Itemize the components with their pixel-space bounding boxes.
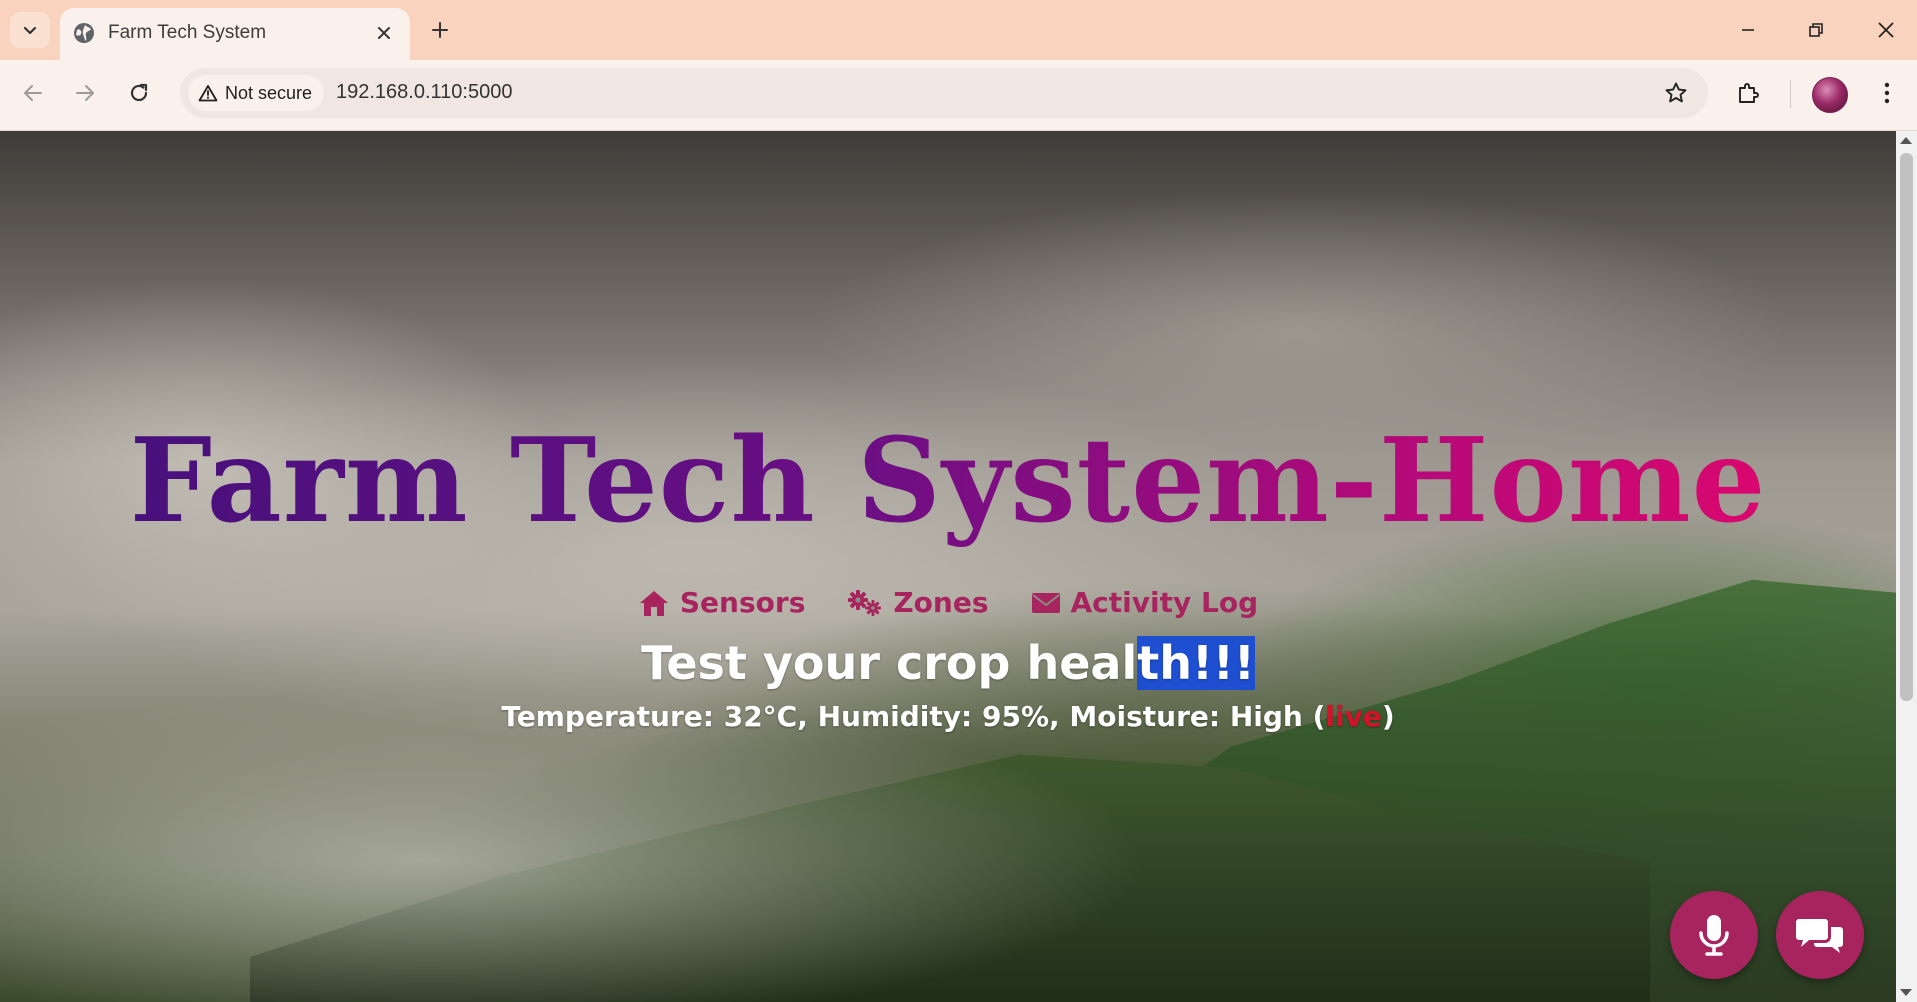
page-viewport: Farm Tech System-Home Sensors Zones Acti…: [0, 131, 1896, 1002]
tab-close-button[interactable]: [370, 19, 398, 47]
reload-button[interactable]: [118, 72, 160, 114]
scrollbar-thumb[interactable]: [1900, 153, 1913, 701]
chat-button[interactable]: [1776, 891, 1864, 979]
extensions-puzzle-icon: [1739, 83, 1759, 103]
nav-link-zones[interactable]: Zones: [847, 586, 989, 619]
browser-toolbar: Not secure 192.168.0.110:5000: [0, 60, 1917, 131]
sensor-readings: Temperature: 32°C, Humidity: 95%, Moistu…: [0, 700, 1896, 733]
star-icon: [1665, 82, 1687, 103]
kebab-menu-icon: [1884, 82, 1890, 104]
window-close-button[interactable]: [1858, 8, 1914, 52]
minimize-icon: [1742, 29, 1754, 31]
nav-link-label: Sensors: [679, 586, 806, 619]
security-label: Not secure: [225, 82, 313, 103]
back-arrow-icon: [24, 85, 42, 101]
microphone-icon: [1699, 915, 1729, 956]
warning-triangle-icon: [198, 85, 218, 102]
cogs-icon: [848, 589, 882, 616]
restore-button[interactable]: [1788, 8, 1844, 52]
minimize-button[interactable]: [1720, 8, 1776, 52]
profile-avatar[interactable]: [1812, 77, 1848, 113]
background-mist: [0, 691, 1150, 1002]
home-icon: [639, 590, 668, 616]
envelope-icon: [1031, 592, 1060, 613]
main-nav: Sensors Zones Activity Log: [0, 586, 1896, 619]
tagline: Test your crop health!!!: [0, 636, 1896, 690]
tab-strip: Farm Tech System: [0, 0, 1917, 60]
restore-icon: [1809, 23, 1823, 37]
close-icon: [1878, 22, 1894, 38]
toolbar-separator: [1790, 80, 1791, 108]
nav-link-sensors[interactable]: Sensors: [638, 586, 805, 619]
reload-icon: [130, 83, 148, 102]
nav-link-label: Activity Log: [1070, 586, 1259, 619]
forward-arrow-icon: [76, 85, 94, 101]
url-text[interactable]: 192.168.0.110:5000: [336, 81, 512, 104]
address-bar[interactable]: Not secure 192.168.0.110:5000: [180, 68, 1708, 118]
tab-farm-tech-system[interactable]: Farm Tech System: [60, 8, 410, 60]
scroll-down-arrow-icon[interactable]: [1900, 989, 1912, 996]
vertical-scrollbar[interactable]: [1896, 131, 1917, 1002]
forward-button[interactable]: [64, 72, 106, 114]
nav-link-label: Zones: [893, 586, 989, 619]
browser-menu-button[interactable]: [1866, 72, 1908, 114]
plus-icon: [432, 22, 448, 38]
tab-search-button[interactable]: [10, 12, 50, 48]
extensions-button[interactable]: [1727, 72, 1769, 114]
live-indicator: live: [1325, 700, 1382, 733]
readings-text: Temperature: 32°C, Humidity: 95%, Moistu…: [501, 700, 1326, 733]
chat-bubbles-icon: [1796, 919, 1843, 953]
voice-input-button[interactable]: [1670, 891, 1758, 979]
scroll-up-arrow-icon[interactable]: [1900, 137, 1912, 144]
back-button[interactable]: [12, 72, 54, 114]
bookmark-button[interactable]: [1658, 75, 1694, 111]
chevron-down-icon: [23, 26, 37, 35]
new-tab-button[interactable]: [422, 12, 458, 48]
page-title: Farm Tech System-Home: [0, 413, 1896, 549]
globe-icon: [74, 23, 94, 43]
selected-text: th!!!: [1137, 636, 1255, 690]
readings-close: ): [1381, 700, 1395, 733]
nav-link-activity-log[interactable]: Activity Log: [1031, 586, 1259, 619]
close-icon: [378, 27, 390, 39]
tagline-text: Test your crop heal: [641, 636, 1138, 690]
security-chip[interactable]: Not secure: [188, 75, 325, 111]
tab-title: Farm Tech System: [108, 22, 267, 43]
